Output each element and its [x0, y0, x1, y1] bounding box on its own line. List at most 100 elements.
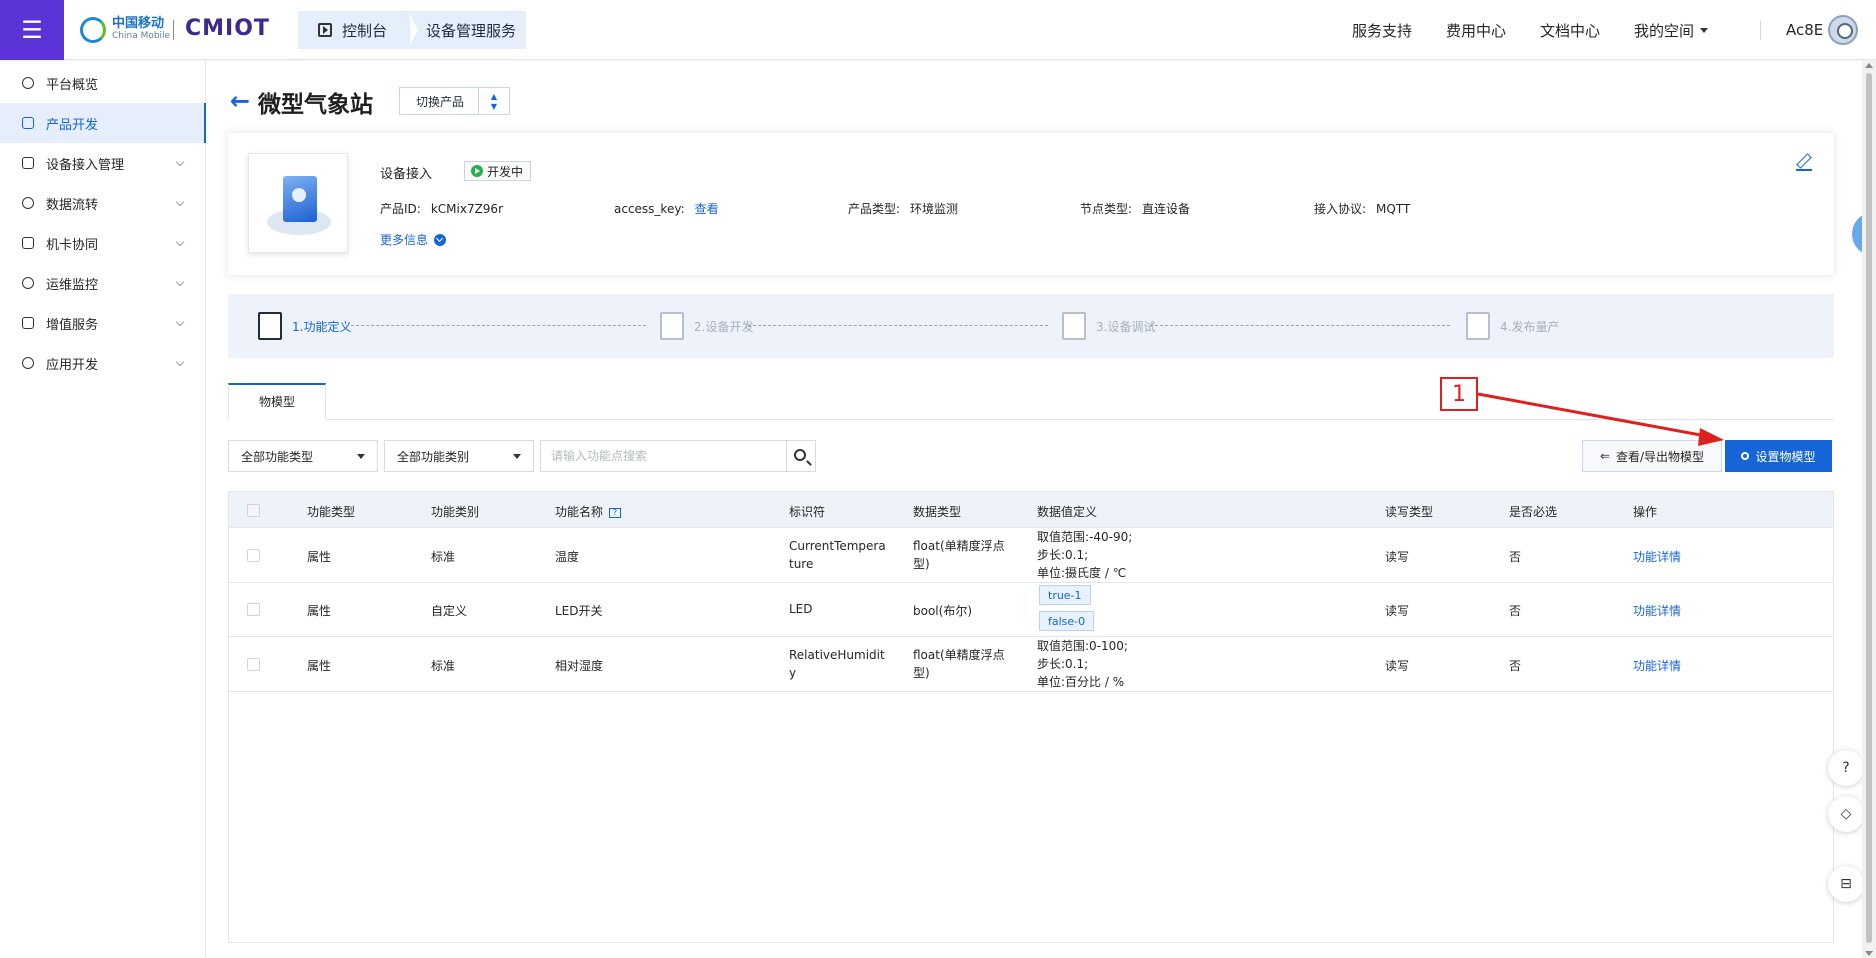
cell-category: 自定义 — [431, 604, 468, 618]
back-arrow-icon[interactable]: ← — [230, 87, 250, 115]
help-icon[interactable]: ? — [609, 507, 622, 518]
cell-data-type: float(单精度浮点 型) — [913, 537, 1005, 573]
step-device-dev: 2.设备开发 — [660, 294, 753, 358]
access-protocol: 接入协议: MQTT — [1314, 200, 1410, 217]
function-type-select[interactable]: 全部功能类型 — [228, 440, 378, 472]
chevron-down-icon — [175, 317, 185, 327]
breadcrumb-device-service[interactable]: 设备管理服务 — [408, 11, 526, 49]
sidebar-item-app-dev[interactable]: 应用开发 — [0, 343, 205, 383]
scroll-down-icon[interactable] — [1865, 951, 1873, 956]
collapse-icon[interactable]: ⊟ — [1828, 866, 1864, 902]
more-info-label: 更多信息 — [380, 233, 429, 247]
sidebar-item-device-access[interactable]: 设备接入管理 — [0, 143, 205, 183]
protocol-label: 接入协议: — [1314, 202, 1367, 216]
search-button[interactable] — [786, 440, 816, 472]
table-row: 属性 自定义 LED开关 LED bool(布尔) true-1 false-0… — [229, 583, 1833, 637]
circle-icon — [1741, 452, 1750, 460]
logo-divider — [173, 20, 174, 40]
sidebar-item-label: 产品开发 — [46, 117, 99, 133]
col-data-type: 数据类型 — [913, 505, 962, 519]
edit-icon[interactable] — [1796, 155, 1812, 171]
function-detail-link[interactable]: 功能详情 — [1633, 548, 1681, 565]
product-type: 产品类型: 环境监测 — [848, 200, 958, 217]
cell-data-type-line: float(单精度浮点 — [913, 648, 1005, 662]
cell-type: 属性 — [307, 550, 332, 564]
cell-required: 否 — [1509, 604, 1522, 618]
help-icon[interactable]: ? — [1828, 750, 1864, 786]
cell-data-definition: 取值范围:-40-90; 步长:0.1; 单位:摄氏度 / ℃ — [1037, 528, 1132, 582]
nav-my-space-label: 我的空间 — [1634, 21, 1695, 40]
function-category-select[interactable]: 全部功能类别 — [384, 440, 534, 472]
select-all-checkbox[interactable] — [247, 504, 260, 517]
step-connector — [1150, 325, 1450, 326]
function-detail-link[interactable]: 功能详情 — [1633, 602, 1681, 619]
breadcrumb-console[interactable]: 控制台 — [298, 11, 410, 49]
sidebar-item-value-added[interactable]: 增值服务 — [0, 303, 205, 343]
cell-category: 标准 — [431, 659, 456, 673]
cell-category: 标准 — [431, 550, 456, 564]
device-icon — [22, 157, 34, 169]
cell-identifier-line: RelativeHumidit — [789, 648, 885, 662]
node-type-label: 节点类型: — [1080, 202, 1133, 216]
tab-divider — [228, 419, 1834, 420]
cell-name: 温度 — [555, 550, 580, 564]
view-export-label: 查看/导出物模型 — [1616, 449, 1705, 464]
top-bar: ☰ 中国移动 China Mobile CMIOT 控制台 设备管理服务 服务支… — [0, 0, 1876, 60]
avatar[interactable] — [1828, 15, 1858, 45]
scrollbar-thumb[interactable] — [1866, 73, 1872, 943]
search-input[interactable] — [540, 440, 788, 472]
cell-data-type: bool(布尔) — [913, 604, 972, 618]
node-type-value: 直连设备 — [1142, 202, 1191, 216]
sidebar-item-data-flow[interactable]: 数据流转 — [0, 183, 205, 223]
vertical-scrollbar[interactable] — [1862, 61, 1876, 958]
sidebar-item-overview[interactable]: 平台概览 — [0, 63, 205, 103]
user-name[interactable]: Ac8E — [1786, 0, 1823, 60]
row-checkbox[interactable] — [247, 549, 260, 562]
col-function-type: 功能类型 — [307, 505, 356, 519]
row-checkbox[interactable] — [247, 603, 260, 616]
cell-required: 否 — [1509, 550, 1522, 564]
nav-service-support[interactable]: 服务支持 — [1352, 0, 1412, 60]
definition-step: 步长:0.1; — [1037, 657, 1089, 671]
up-down-arrows-icon: ▲ ▼ — [478, 88, 509, 114]
progress-steps: 1.功能定义 2.设备开发 3.设备调试 4.发布量产 — [228, 294, 1834, 358]
feedback-icon[interactable]: ◇ — [1828, 796, 1864, 832]
china-mobile-logo: 中国移动 China Mobile — [80, 16, 170, 44]
switch-product-label: 切换产品 — [416, 94, 465, 109]
value-tag-false: false-0 — [1039, 611, 1095, 631]
china-mobile-logo-icon — [80, 17, 106, 43]
step-function-define[interactable]: 1.功能定义 — [258, 294, 351, 358]
search-icon — [794, 449, 806, 461]
table-row: 属性 标准 温度 CurrentTempera ture float(单精度浮点型… — [229, 528, 1833, 583]
sidebar-item-label: 机卡协同 — [46, 237, 99, 253]
sidebar-item-ops-monitor[interactable]: 运维监控 — [0, 263, 205, 303]
sidebar-item-label: 增值服务 — [46, 317, 99, 333]
sidebar-item-card-sync[interactable]: 机卡协同 — [0, 223, 205, 263]
product-image — [248, 153, 348, 253]
function-detail-link[interactable]: 功能详情 — [1633, 657, 1681, 674]
view-export-model-button[interactable]: ⇐ 查看/导出物模型 — [1582, 440, 1722, 472]
link-icon — [22, 237, 34, 249]
nav-docs-center[interactable]: 文档中心 — [1540, 0, 1600, 60]
node-type: 节点类型: 直连设备 — [1080, 200, 1190, 217]
cell-identifier: LED — [789, 602, 813, 616]
col-required: 是否必选 — [1509, 505, 1558, 519]
row-checkbox[interactable] — [247, 658, 260, 671]
product-id-label: 产品ID: — [380, 202, 421, 216]
nav-my-space[interactable]: 我的空间 — [1634, 0, 1709, 60]
scroll-up-icon[interactable] — [1865, 63, 1873, 68]
menu-icon[interactable]: ☰ — [0, 0, 64, 60]
col-actions: 操作 — [1633, 505, 1658, 519]
set-model-label: 设置物模型 — [1755, 449, 1816, 464]
switch-product-button[interactable]: 切换产品 ▲ ▼ — [399, 87, 510, 115]
nav-billing-center[interactable]: 费用中心 — [1446, 0, 1506, 60]
function-category-value: 全部功能类别 — [397, 449, 470, 464]
tab-thing-model[interactable]: 物模型 — [228, 383, 326, 420]
access-key-view-link[interactable]: 查看 — [695, 202, 719, 216]
sidebar-item-product-dev[interactable]: 产品开发 — [0, 103, 206, 143]
product-id-value: kCMix7Z96r — [430, 202, 504, 216]
set-model-button[interactable]: 设置物模型 — [1725, 440, 1832, 472]
chevron-down-icon — [175, 237, 185, 247]
chevron-down-icon — [175, 197, 185, 207]
more-info-link[interactable]: 更多信息 — [380, 231, 447, 248]
